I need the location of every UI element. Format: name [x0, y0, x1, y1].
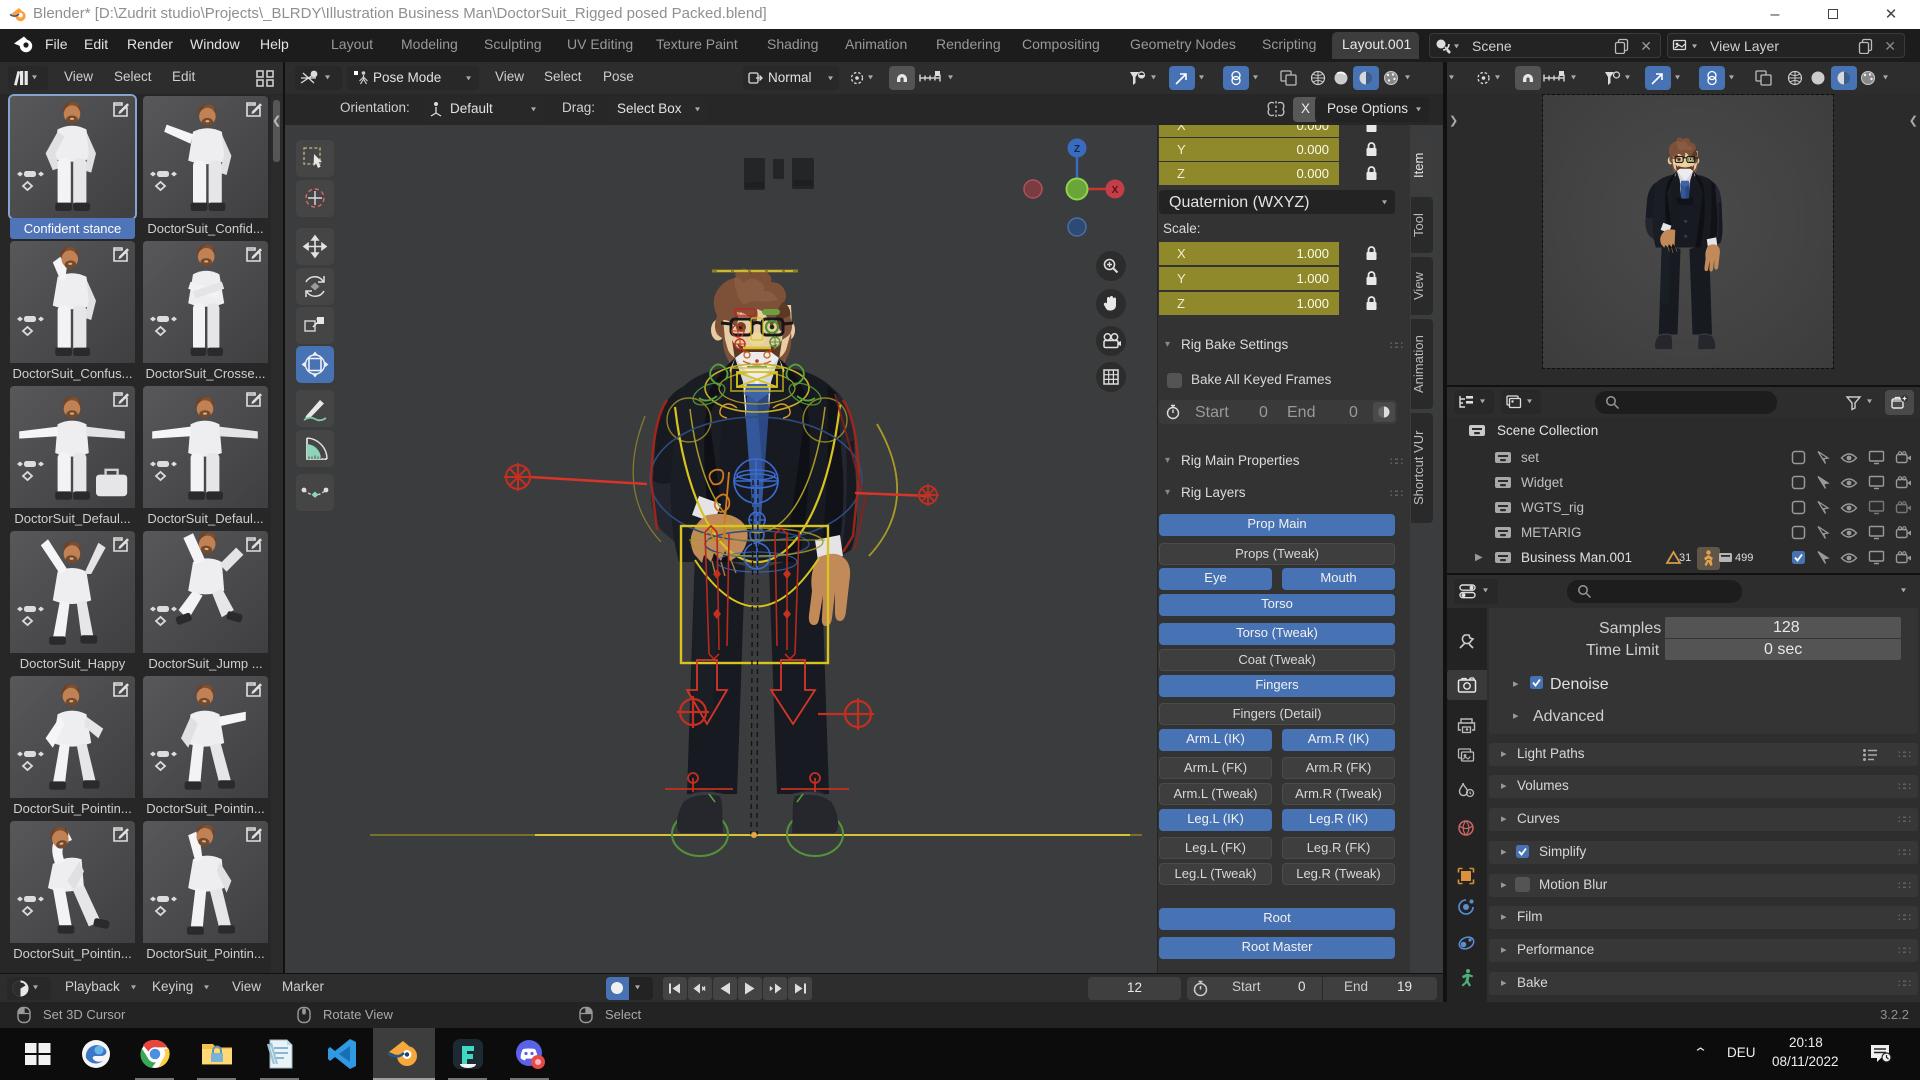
svg-text:8.8.8: 8.8.8: [738, 311, 750, 317]
svg-text:Z: Z: [1074, 144, 1080, 155]
svg-text:X: X: [1112, 185, 1119, 196]
